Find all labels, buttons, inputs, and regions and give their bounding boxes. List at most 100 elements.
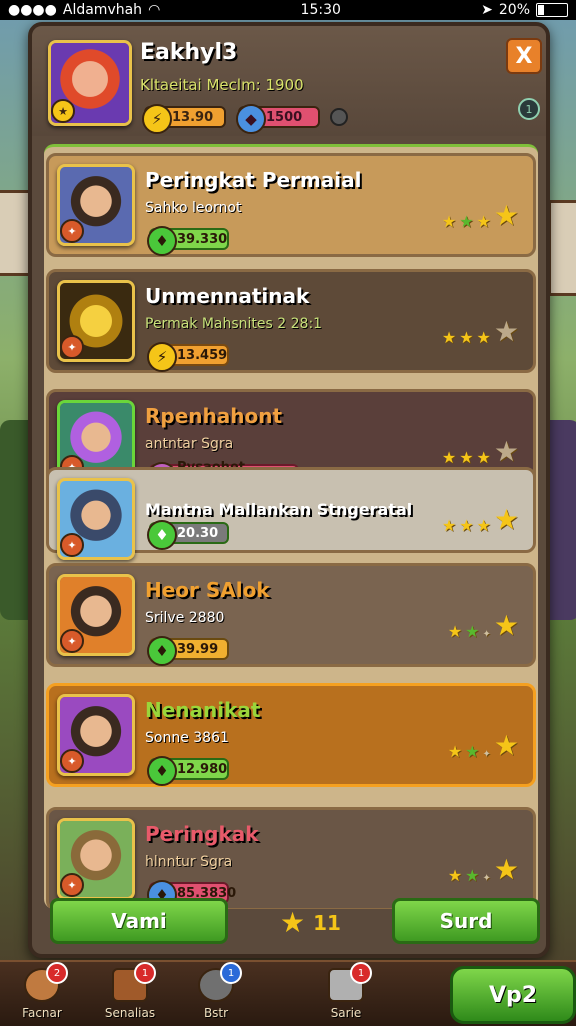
- bag-icon: 1: [198, 962, 242, 1002]
- gold-currency: ⚡ 13.90: [142, 104, 226, 134]
- tab-facnar[interactable]: 2 Facnar: [2, 962, 82, 1024]
- rank-badge-icon: ✦: [60, 749, 84, 773]
- card-subtitle: Sonne 3861: [145, 730, 229, 746]
- score-value: 39.99: [177, 641, 219, 657]
- ranking-card[interactable]: ✦ Peringkak hlnntur Sgra ♦ 85.3830 ★ ★ ✦ ★: [46, 807, 536, 909]
- tab-bstr[interactable]: 1 Bstr: [176, 962, 256, 1024]
- star-icon: ★: [465, 622, 480, 641]
- player-name: Eakhyl3: [140, 40, 238, 65]
- star-icon: ★: [459, 516, 474, 535]
- vami-button[interactable]: Vami: [50, 898, 228, 944]
- star-icon: ★: [493, 609, 519, 642]
- card-title: Mantna Mallankan Stngeratal: [145, 500, 413, 519]
- star-icon: ★: [465, 866, 480, 885]
- star-icon: ★: [459, 448, 474, 467]
- gear-icon: 2: [24, 962, 68, 1002]
- currency-icon: ♦: [147, 756, 177, 786]
- rating-stars: ★ ★ ✦ ★: [448, 732, 519, 760]
- currency-icon: ⚡: [147, 342, 177, 372]
- ranking-card[interactable]: ✦ Unmennatinak Permak Mahsnites 2 28:1 ⚡ 13.…: [46, 269, 536, 373]
- player-avatar[interactable]: ✦: [57, 574, 135, 656]
- battery-percent: 20%: [498, 2, 530, 18]
- ranking-card[interactable]: ✦ Peringkat Permaial Sahko leornot ♦ 39.330 ★…: [46, 153, 536, 257]
- star-icon: ★: [476, 516, 491, 535]
- card-score: ⚡ 13.459: [147, 342, 229, 372]
- player-avatar[interactable]: ✦: [57, 478, 135, 560]
- card-subtitle: hlnntur Sgra: [145, 854, 233, 870]
- scroll-icon: 1: [328, 962, 372, 1002]
- card-subtitle: antntar Sgra: [145, 436, 234, 452]
- rank-badge-icon: ✦: [60, 533, 84, 557]
- rank-badge-icon: ✦: [60, 219, 84, 243]
- rating-stars: ★ ★ ★ ★: [442, 506, 519, 534]
- lightning-icon: ⚡: [142, 104, 172, 134]
- star-icon: ★: [493, 503, 519, 536]
- star-icon: ★: [493, 315, 519, 348]
- card-subtitle: Srilve 2880: [145, 610, 225, 626]
- tab-senalias[interactable]: 1 Senalias: [90, 962, 170, 1024]
- star-icon: ★: [476, 328, 491, 347]
- star-icon: ★: [476, 212, 491, 231]
- clock: 15:30: [300, 2, 341, 18]
- star-icon: ★: [493, 729, 519, 762]
- tab-sarie[interactable]: 1 Sarie: [306, 962, 386, 1024]
- carrier-name: Aldamvhah: [62, 2, 143, 18]
- star-icon: ★: [441, 448, 457, 467]
- currency-icon: ♦: [147, 520, 177, 550]
- notification-badge: 2: [46, 962, 68, 984]
- battery-icon: [536, 3, 568, 17]
- currency-icon: ♦: [147, 636, 177, 666]
- star-icon: ★: [476, 448, 491, 467]
- score-value: 39.330: [177, 231, 228, 247]
- score-value: 12.980: [177, 761, 228, 777]
- player-avatar[interactable]: ✦: [57, 818, 135, 900]
- star-icon: ★: [459, 212, 474, 231]
- star-icon: ★: [493, 199, 519, 232]
- player-avatar[interactable]: ✦: [57, 694, 135, 776]
- player-avatar[interactable]: ★: [48, 40, 132, 126]
- star-icon: ★: [493, 853, 519, 886]
- card-score: ♦ 39.99: [147, 636, 229, 666]
- card-title: Nenanikat: [145, 698, 261, 722]
- panel-header: ★ Eakhyl3 Kltaeitai Meclm: 1900 ⚡ 13.90 …: [32, 26, 546, 136]
- ranking-card[interactable]: ✦ Mantna Mallankan Stngeratal ♦ 20.30 ★ ★ ★ ★: [46, 467, 536, 560]
- score-value: 20.30: [177, 525, 219, 541]
- vip-button[interactable]: Vp2: [450, 966, 576, 1024]
- ranking-list[interactable]: ✦ Peringkat Permaial Sahko leornot ♦ 39.330 ★…: [44, 144, 538, 909]
- gem-currency: ◆ 1500: [236, 104, 320, 134]
- card-subtitle: Sahko leornot: [145, 200, 242, 216]
- player-subtitle: Kltaeitai Meclm: 1900: [140, 76, 304, 94]
- star-icon: ★: [441, 516, 457, 535]
- rank-badge-icon: ✦: [60, 873, 84, 897]
- status-bar: ●●●● Aldamvhah ◠ 15:30 ➤ 20%: [0, 0, 576, 20]
- close-button[interactable]: X: [506, 38, 542, 74]
- currency-icon: ♦: [147, 226, 177, 256]
- card-score: ♦ 39.330: [147, 226, 229, 256]
- score-value: 13.459: [177, 347, 228, 363]
- signal-icon: ●●●●: [8, 2, 57, 18]
- leaderboard-panel: ★ Eakhyl3 Kltaeitai Meclm: 1900 ⚡ 13.90 …: [28, 22, 550, 958]
- star-icon: ★: [441, 212, 457, 231]
- card-title: Heor SAlok: [145, 578, 270, 602]
- surd-button[interactable]: Surd: [392, 898, 540, 944]
- notification-badge: 1: [220, 962, 242, 984]
- card-title: Rpenhahont: [145, 404, 283, 428]
- chest-icon: 1: [112, 962, 156, 1002]
- rating-stars: ★ ★ ★ ★: [442, 438, 519, 466]
- card-title: Peringkak: [145, 822, 259, 846]
- star-icon: ★: [493, 435, 519, 468]
- star-icon: ✦: [482, 873, 491, 884]
- star-icon: ★: [447, 866, 463, 885]
- rank-badge-icon: ✦: [60, 335, 84, 359]
- rating-stars: ★ ★ ✦ ★: [448, 612, 519, 640]
- ranking-card[interactable]: ✦ Heor SAlok Srilve 2880 ♦ 39.99 ★ ★ ✦ ★: [46, 563, 536, 667]
- player-avatar[interactable]: ✦: [57, 164, 135, 246]
- star-icon: ★: [441, 328, 457, 347]
- card-subtitle: Permak Mahsnites 2 28:1: [145, 316, 323, 332]
- rating-stars: ★ ★ ★ ★: [442, 318, 519, 346]
- star-icon: ★: [459, 328, 474, 347]
- ranking-card[interactable]: ✦ Nenanikat Sonne 3861 ♦ 12.980 ★ ★ ✦ ★: [46, 683, 536, 787]
- player-avatar[interactable]: ✦: [57, 280, 135, 362]
- card-score: ♦ 20.30: [147, 520, 229, 550]
- info-button[interactable]: 1: [518, 98, 540, 120]
